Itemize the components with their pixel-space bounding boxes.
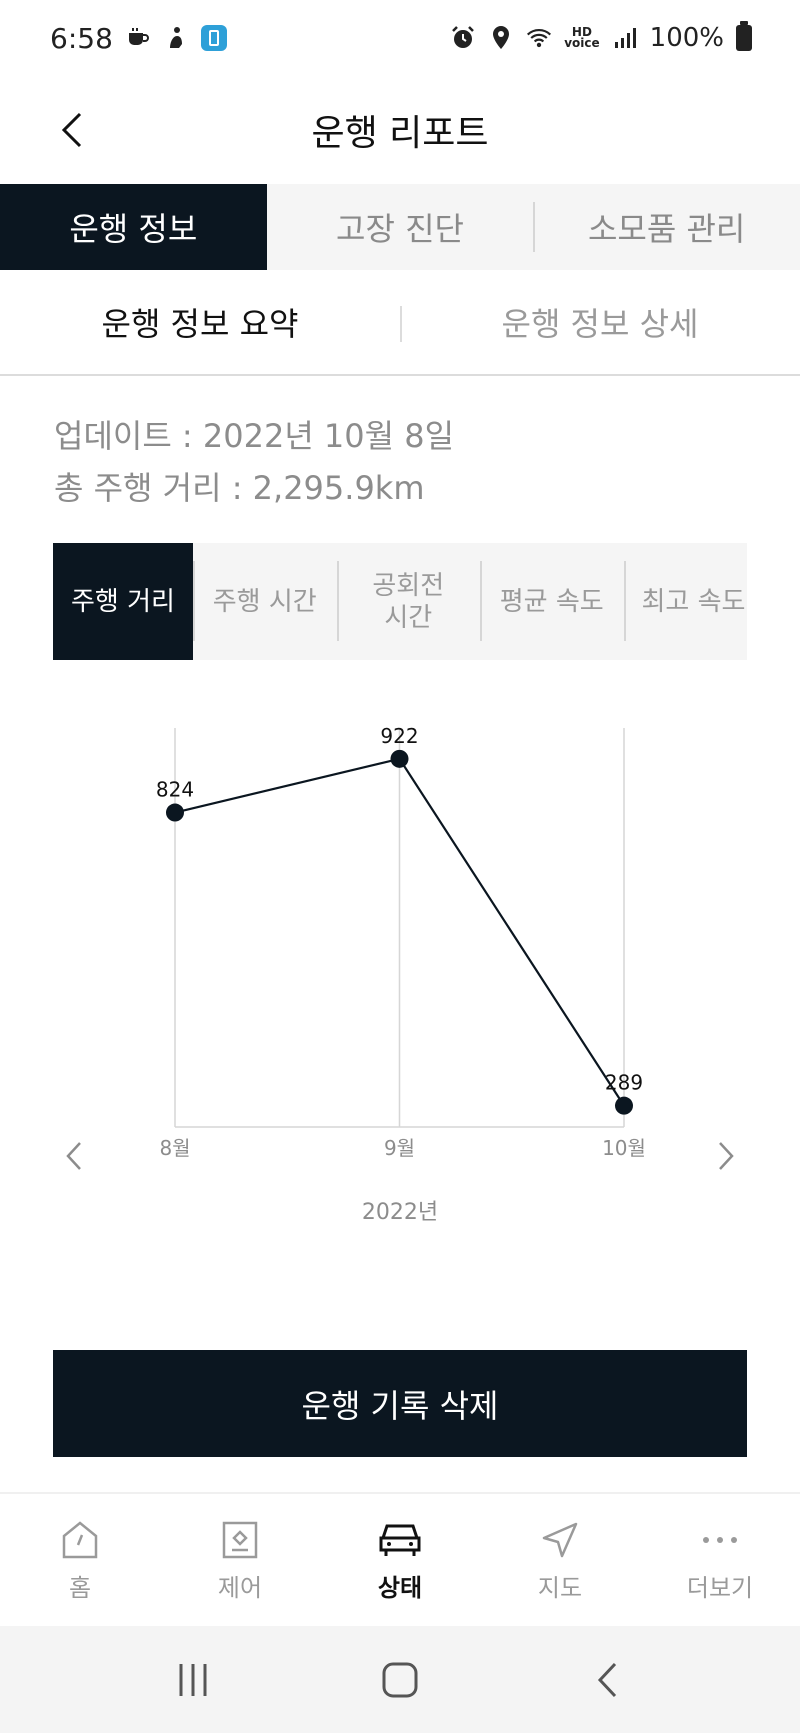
x-tick-label-1: 9월 xyxy=(384,1136,415,1160)
home-circle-icon xyxy=(382,1662,418,1697)
hd-bottom: voice xyxy=(564,36,600,50)
nav-label: 더보기 xyxy=(686,1573,754,1602)
chart-next-button[interactable] xyxy=(702,1132,750,1180)
coffee-icon xyxy=(125,25,151,51)
nav-label: 지도 xyxy=(537,1573,583,1602)
status-left: 6:58 xyxy=(50,22,227,55)
data-label-1: 922 xyxy=(380,724,418,748)
chevron-left-icon xyxy=(61,112,82,148)
car-icon xyxy=(378,1518,422,1562)
more-icon xyxy=(698,1518,742,1562)
alarm-icon xyxy=(450,25,476,51)
app-header: 운행 리포트 xyxy=(0,76,800,184)
x-tick-label-2: 10월 xyxy=(602,1136,646,1160)
data-point-0 xyxy=(166,803,184,822)
metric-tab-avg-speed[interactable]: 평균 속도 xyxy=(480,543,624,660)
tab-consumables[interactable]: 소모품 관리 xyxy=(533,184,800,270)
chart-year-label: 2022년 xyxy=(361,1200,439,1225)
status-bar: 6:58 HD voice 100% xyxy=(0,0,800,76)
metric-tab-label: 공회전 시간 xyxy=(372,570,445,633)
recent-apps-button[interactable] xyxy=(163,1650,223,1710)
data-label-0: 824 xyxy=(156,778,194,802)
recent-apps-icon xyxy=(179,1663,207,1696)
subtab-detail[interactable]: 운행 정보 상세 xyxy=(400,270,800,374)
bottom-nav: 홈 제어 상태 지도 더보기 xyxy=(0,1492,800,1626)
navigation-icon xyxy=(538,1518,582,1562)
home-icon xyxy=(58,1518,102,1562)
update-date: 업데이트 : 2022년 10월 8일 xyxy=(54,417,455,455)
system-back-button[interactable] xyxy=(577,1650,637,1710)
wifi-icon xyxy=(526,25,552,51)
nav-label: 상태 xyxy=(377,1573,423,1602)
location-icon xyxy=(488,25,514,51)
nav-map[interactable]: 지도 xyxy=(480,1494,640,1626)
metric-tabs: 주행 거리 주행 시간 공회전 시간 평균 속도 최고 속도 xyxy=(53,543,747,660)
metric-tab-idle[interactable]: 공회전 시간 xyxy=(336,543,481,660)
x-tick-label-0: 8월 xyxy=(159,1136,190,1160)
distance-line-chart: 824 922 289 8월 9월 10월 xyxy=(156,724,646,1160)
tab-drive-info[interactable]: 운행 정보 xyxy=(0,184,267,270)
metric-tab-time[interactable]: 주행 시간 xyxy=(193,543,337,660)
battery-percent: 100% xyxy=(649,23,724,53)
page-title: 운행 리포트 xyxy=(311,113,489,154)
back-button[interactable] xyxy=(44,102,100,158)
nav-control[interactable]: 제어 xyxy=(160,1494,320,1626)
status-time: 6:58 xyxy=(50,21,113,55)
chevron-right-icon xyxy=(719,1142,734,1170)
home-button[interactable] xyxy=(370,1650,430,1710)
data-point-2 xyxy=(615,1096,633,1115)
data-label-2: 289 xyxy=(605,1071,643,1095)
chart-prev-button[interactable] xyxy=(50,1132,98,1180)
summary-block: 업데이트 : 2022년 10월 8일 총 주행 거리 : 2,295.9km xyxy=(54,410,754,514)
signal-icon xyxy=(612,25,638,51)
metric-tab-label: 최고 속도 xyxy=(641,586,746,617)
subtab-summary[interactable]: 운행 정보 요약 xyxy=(0,270,400,374)
chevron-left-icon xyxy=(597,1662,616,1697)
main-tabs: 운행 정보 고장 진단 소모품 관리 xyxy=(0,184,800,270)
app-badge-icon xyxy=(200,25,227,51)
nav-label: 제어 xyxy=(217,1573,263,1602)
metric-tab-label: 평균 속도 xyxy=(499,586,604,617)
data-point-1 xyxy=(390,749,409,768)
hd-voice-indicator: HD voice xyxy=(564,26,600,50)
chevron-left-icon xyxy=(66,1142,81,1170)
metric-tab-distance[interactable]: 주행 거리 xyxy=(53,543,193,660)
sub-tabs: 운행 정보 요약 운행 정보 상세 xyxy=(0,270,800,376)
nav-home[interactable]: 홈 xyxy=(0,1494,160,1626)
delete-records-button[interactable]: 운행 기록 삭제 xyxy=(53,1350,747,1457)
battery-icon xyxy=(736,21,752,51)
system-nav-bar xyxy=(0,1626,800,1733)
nav-more[interactable]: 더보기 xyxy=(640,1494,800,1626)
total-distance: 총 주행 거리 : 2,295.9km xyxy=(54,469,425,507)
metric-tab-label: 주행 거리 xyxy=(71,586,175,617)
control-icon xyxy=(218,1518,262,1562)
tab-fault-diagnosis[interactable]: 고장 진단 xyxy=(267,184,534,270)
nav-status[interactable]: 상태 xyxy=(320,1494,480,1626)
chart-area: 824 922 289 8월 9월 10월 2022년 xyxy=(0,690,800,1250)
metric-tab-label: 주행 시간 xyxy=(212,586,317,617)
status-right: HD voice 100% xyxy=(450,21,752,53)
metric-tab-max-speed[interactable]: 최고 속도 xyxy=(623,543,748,660)
person-icon xyxy=(163,25,189,51)
nav-label: 홈 xyxy=(68,1573,92,1602)
